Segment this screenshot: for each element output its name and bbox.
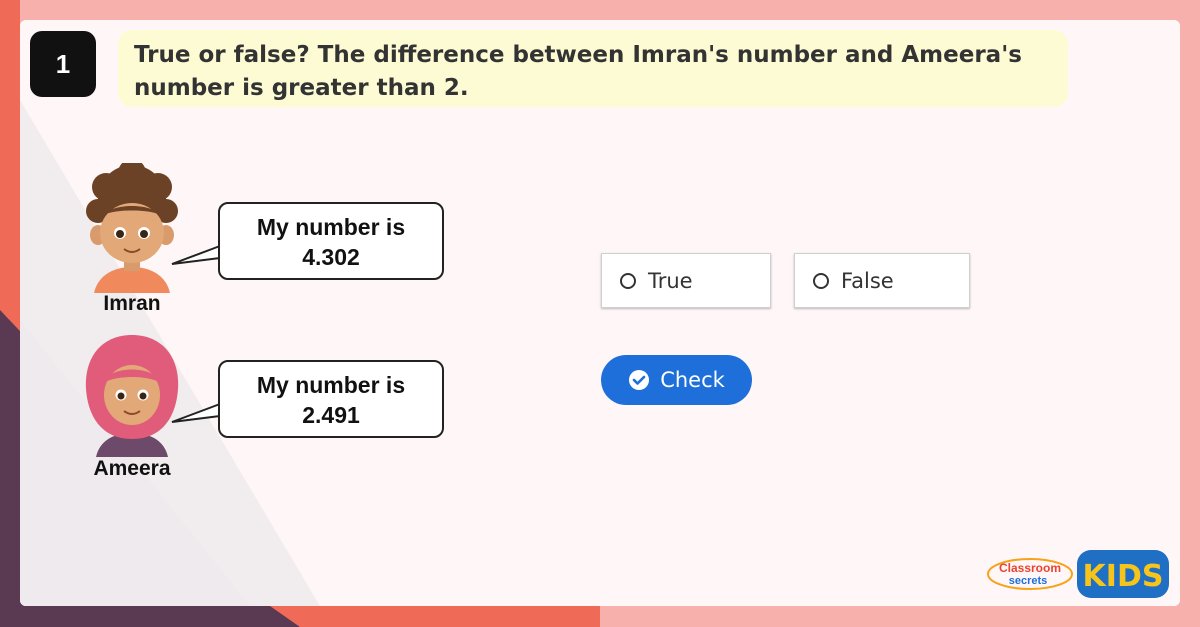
imran-speech-line1: My number is	[256, 214, 406, 240]
imran-speech-bubble: My number is 4.302	[218, 202, 444, 280]
radio-circle-icon[interactable]	[620, 272, 636, 289]
check-button-label: Check	[660, 368, 725, 392]
question-text: True or false? The difference between Im…	[118, 30, 1068, 107]
svg-text:secrets: secrets	[1009, 575, 1048, 587]
classroom-secrets-logo: Classroom secrets	[987, 558, 1073, 590]
question-number-badge: 1	[30, 31, 96, 97]
ameera-speech-line1: My number is	[256, 372, 406, 398]
check-circle-icon	[629, 370, 650, 390]
ameera-name-label: Ameera	[93, 457, 171, 480]
check-button[interactable]: Check	[601, 355, 752, 405]
question-card	[20, 20, 1180, 606]
imran-name-label: Imran	[103, 292, 161, 315]
radio-circle-icon[interactable]	[813, 272, 829, 289]
svg-text:Classroom: Classroom	[999, 561, 1061, 575]
imran-avatar	[86, 163, 178, 293]
ameera-avatar	[85, 335, 179, 457]
svg-text:KIDS: KIDS	[1083, 559, 1164, 594]
imran-speech-line2: 4.302	[302, 244, 360, 270]
imran-bubble-tail	[171, 245, 221, 265]
ameera-speech-line2: 2.491	[302, 402, 360, 428]
option-true[interactable]: True	[601, 253, 771, 308]
ameera-speech-bubble: My number is 2.491	[218, 360, 444, 438]
option-false-label: False	[841, 268, 894, 293]
ameera-bubble-tail	[171, 403, 221, 423]
kids-logo: KIDS	[1077, 550, 1169, 598]
option-true-label: True	[648, 268, 693, 293]
card-shade	[20, 20, 1180, 606]
option-false[interactable]: False	[794, 253, 970, 308]
